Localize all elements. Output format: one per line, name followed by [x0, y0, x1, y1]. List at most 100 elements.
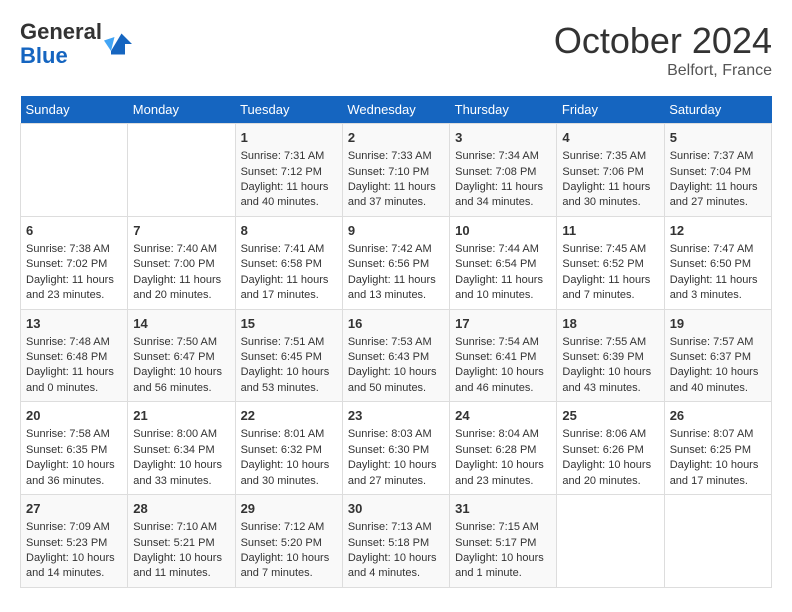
sunrise-text: Sunrise: 7:13 AM [348, 520, 444, 535]
day-number: 14 [133, 315, 229, 333]
day-number: 24 [455, 407, 551, 425]
sunset-text: Sunset: 6:47 PM [133, 350, 229, 365]
sunrise-text: Sunrise: 7:47 AM [670, 242, 766, 257]
daylight-text: Daylight: 10 hours and 17 minutes. [670, 458, 766, 489]
day-number: 7 [133, 222, 229, 240]
calendar-cell: 29Sunrise: 7:12 AMSunset: 5:20 PMDayligh… [235, 495, 342, 588]
daylight-text: Daylight: 10 hours and 50 minutes. [348, 365, 444, 396]
sunrise-text: Sunrise: 7:44 AM [455, 242, 551, 257]
calendar-cell: 7Sunrise: 7:40 AMSunset: 7:00 PMDaylight… [128, 216, 235, 309]
daylight-text: Daylight: 11 hours and 34 minutes. [455, 180, 551, 211]
calendar-cell: 18Sunrise: 7:55 AMSunset: 6:39 PMDayligh… [557, 309, 664, 402]
day-number: 26 [670, 407, 766, 425]
sunrise-text: Sunrise: 7:54 AM [455, 335, 551, 350]
sunrise-text: Sunrise: 7:42 AM [348, 242, 444, 257]
sunset-text: Sunset: 5:18 PM [348, 536, 444, 551]
calendar-week-row: 1Sunrise: 7:31 AMSunset: 7:12 PMDaylight… [21, 124, 772, 217]
sunrise-text: Sunrise: 7:51 AM [241, 335, 337, 350]
sunset-text: Sunset: 7:10 PM [348, 165, 444, 180]
sunrise-text: Sunrise: 7:35 AM [562, 149, 658, 164]
daylight-text: Daylight: 11 hours and 17 minutes. [241, 273, 337, 304]
sunrise-text: Sunrise: 7:37 AM [670, 149, 766, 164]
weekday-header-thursday: Thursday [450, 96, 557, 124]
day-number: 11 [562, 222, 658, 240]
sunset-text: Sunset: 6:56 PM [348, 257, 444, 272]
sunset-text: Sunset: 5:21 PM [133, 536, 229, 551]
calendar-cell: 8Sunrise: 7:41 AMSunset: 6:58 PMDaylight… [235, 216, 342, 309]
sunrise-text: Sunrise: 7:10 AM [133, 520, 229, 535]
calendar-week-row: 27Sunrise: 7:09 AMSunset: 5:23 PMDayligh… [21, 495, 772, 588]
calendar-cell: 16Sunrise: 7:53 AMSunset: 6:43 PMDayligh… [342, 309, 449, 402]
sunset-text: Sunset: 7:08 PM [455, 165, 551, 180]
calendar-table: SundayMondayTuesdayWednesdayThursdayFrid… [20, 96, 772, 588]
calendar-cell: 19Sunrise: 7:57 AMSunset: 6:37 PMDayligh… [664, 309, 771, 402]
daylight-text: Daylight: 10 hours and 23 minutes. [455, 458, 551, 489]
calendar-cell: 30Sunrise: 7:13 AMSunset: 5:18 PMDayligh… [342, 495, 449, 588]
sunrise-text: Sunrise: 8:04 AM [455, 427, 551, 442]
weekday-header-wednesday: Wednesday [342, 96, 449, 124]
calendar-cell: 17Sunrise: 7:54 AMSunset: 6:41 PMDayligh… [450, 309, 557, 402]
daylight-text: Daylight: 10 hours and 11 minutes. [133, 551, 229, 582]
sunrise-text: Sunrise: 7:34 AM [455, 149, 551, 164]
calendar-cell: 15Sunrise: 7:51 AMSunset: 6:45 PMDayligh… [235, 309, 342, 402]
daylight-text: Daylight: 10 hours and 56 minutes. [133, 365, 229, 396]
day-number: 21 [133, 407, 229, 425]
sunset-text: Sunset: 6:35 PM [26, 443, 122, 458]
sunset-text: Sunset: 6:25 PM [670, 443, 766, 458]
daylight-text: Daylight: 11 hours and 23 minutes. [26, 273, 122, 304]
sunset-text: Sunset: 7:04 PM [670, 165, 766, 180]
calendar-cell: 24Sunrise: 8:04 AMSunset: 6:28 PMDayligh… [450, 402, 557, 495]
sunrise-text: Sunrise: 7:45 AM [562, 242, 658, 257]
calendar-cell: 21Sunrise: 8:00 AMSunset: 6:34 PMDayligh… [128, 402, 235, 495]
day-number: 10 [455, 222, 551, 240]
sunset-text: Sunset: 6:37 PM [670, 350, 766, 365]
day-number: 1 [241, 129, 337, 147]
calendar-cell: 20Sunrise: 7:58 AMSunset: 6:35 PMDayligh… [21, 402, 128, 495]
day-number: 17 [455, 315, 551, 333]
sunrise-text: Sunrise: 7:55 AM [562, 335, 658, 350]
calendar-cell [664, 495, 771, 588]
weekday-header-monday: Monday [128, 96, 235, 124]
day-number: 19 [670, 315, 766, 333]
day-number: 12 [670, 222, 766, 240]
weekday-header-sunday: Sunday [21, 96, 128, 124]
daylight-text: Daylight: 11 hours and 7 minutes. [562, 273, 658, 304]
daylight-text: Daylight: 10 hours and 20 minutes. [562, 458, 658, 489]
sunset-text: Sunset: 7:06 PM [562, 165, 658, 180]
sunrise-text: Sunrise: 7:31 AM [241, 149, 337, 164]
daylight-text: Daylight: 10 hours and 14 minutes. [26, 551, 122, 582]
calendar-cell: 26Sunrise: 8:07 AMSunset: 6:25 PMDayligh… [664, 402, 771, 495]
daylight-text: Daylight: 10 hours and 53 minutes. [241, 365, 337, 396]
day-number: 2 [348, 129, 444, 147]
month-title: October 2024 [554, 20, 772, 62]
sunset-text: Sunset: 6:48 PM [26, 350, 122, 365]
calendar-cell [557, 495, 664, 588]
day-number: 20 [26, 407, 122, 425]
calendar-cell: 10Sunrise: 7:44 AMSunset: 6:54 PMDayligh… [450, 216, 557, 309]
calendar-cell: 6Sunrise: 7:38 AMSunset: 7:02 PMDaylight… [21, 216, 128, 309]
weekday-header-friday: Friday [557, 96, 664, 124]
day-number: 13 [26, 315, 122, 333]
location: Belfort, France [554, 62, 772, 80]
sunset-text: Sunset: 6:58 PM [241, 257, 337, 272]
calendar-cell: 23Sunrise: 8:03 AMSunset: 6:30 PMDayligh… [342, 402, 449, 495]
sunrise-text: Sunrise: 7:48 AM [26, 335, 122, 350]
day-number: 18 [562, 315, 658, 333]
logo-icon [104, 30, 132, 58]
day-number: 3 [455, 129, 551, 147]
calendar-cell [21, 124, 128, 217]
sunrise-text: Sunrise: 8:01 AM [241, 427, 337, 442]
sunset-text: Sunset: 5:23 PM [26, 536, 122, 551]
sunset-text: Sunset: 6:52 PM [562, 257, 658, 272]
day-number: 16 [348, 315, 444, 333]
sunset-text: Sunset: 6:50 PM [670, 257, 766, 272]
sunset-text: Sunset: 6:26 PM [562, 443, 658, 458]
calendar-cell: 22Sunrise: 8:01 AMSunset: 6:32 PMDayligh… [235, 402, 342, 495]
calendar-cell: 31Sunrise: 7:15 AMSunset: 5:17 PMDayligh… [450, 495, 557, 588]
day-number: 28 [133, 500, 229, 518]
calendar-cell: 2Sunrise: 7:33 AMSunset: 7:10 PMDaylight… [342, 124, 449, 217]
weekday-header-saturday: Saturday [664, 96, 771, 124]
daylight-text: Daylight: 10 hours and 36 minutes. [26, 458, 122, 489]
sunrise-text: Sunrise: 7:50 AM [133, 335, 229, 350]
sunset-text: Sunset: 6:45 PM [241, 350, 337, 365]
